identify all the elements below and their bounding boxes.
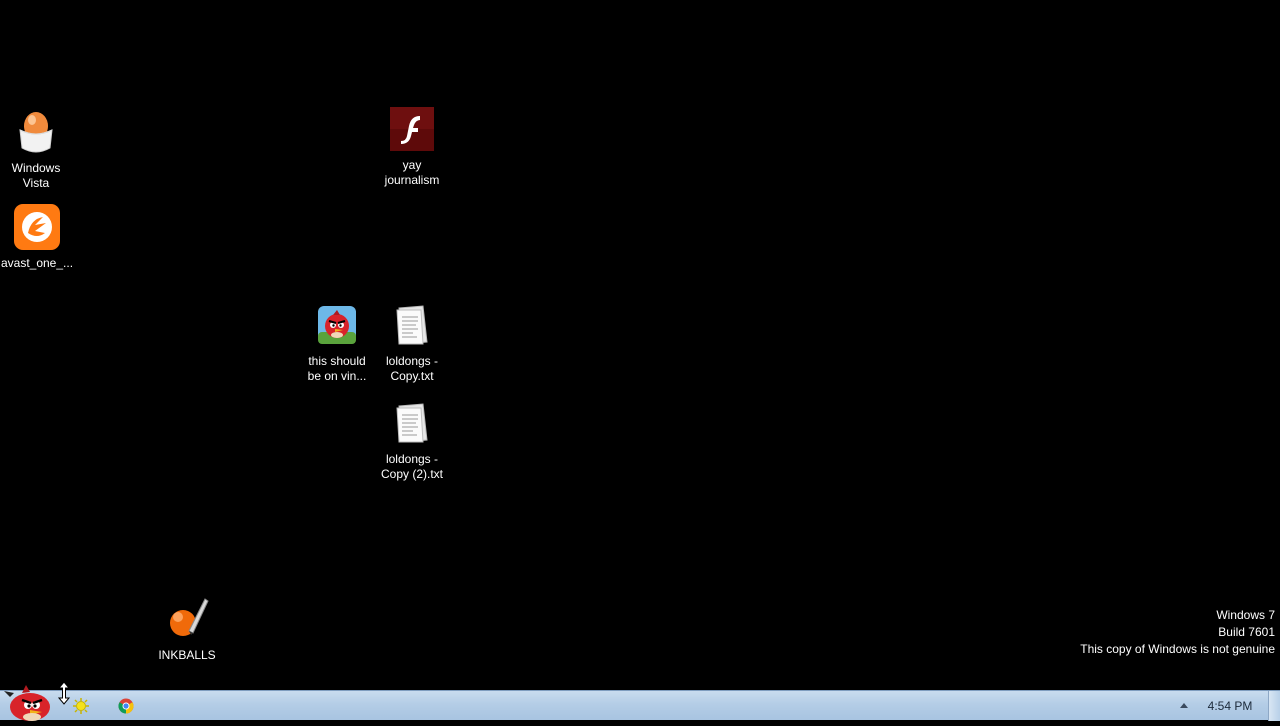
- egg-icon: [12, 108, 60, 156]
- watermark-genuine: This copy of Windows is not genuine: [1080, 642, 1275, 656]
- desktop-icon-label: avast_one_...: [0, 256, 74, 270]
- desktop-icon-windows-vista[interactable]: Windows Vista: [0, 108, 74, 191]
- chrome-icon: [118, 698, 134, 714]
- taskbar-pinned-chrome[interactable]: [115, 695, 137, 717]
- angry-bird-start-icon: [4, 685, 50, 721]
- show-hidden-icons-button[interactable]: [1176, 698, 1192, 714]
- show-desktop-button[interactable]: [1268, 691, 1280, 721]
- avast-icon: [13, 203, 61, 251]
- watermark-os: Windows 7: [1216, 608, 1275, 622]
- desktop-icon-label: this should be on vin...: [307, 354, 367, 383]
- desktop-icon-angry-birds[interactable]: this should be on vin...: [299, 301, 375, 384]
- show-hidden-icons-arrow: [1180, 703, 1188, 708]
- desktop-icon-loldongs-copy[interactable]: loldongs - Copy.txt: [374, 301, 450, 384]
- desktop-icon-label: loldongs - Copy.txt: [385, 354, 439, 383]
- text-file-icon: [388, 399, 436, 447]
- flash-icon: [388, 105, 436, 153]
- desktop-icon-yay-journalism[interactable]: yay journalism: [374, 105, 450, 188]
- taskbar-clock[interactable]: 4:54 PM: [1200, 691, 1260, 721]
- desktop-icon-label: INKBALLS: [158, 648, 216, 662]
- desktop-icon-loldongs-copy-2[interactable]: loldongs - Copy (2).txt: [374, 399, 450, 482]
- start-button[interactable]: [2, 683, 56, 721]
- taskbar-pinned-sun-app[interactable]: [70, 695, 92, 717]
- inkball-icon: [163, 595, 211, 643]
- angry-birds-icon: [313, 301, 361, 349]
- desktop-icon-label: loldongs - Copy (2).txt: [380, 452, 443, 481]
- windows-not-genuine-watermark: Windows 7 Build 7601 This copy of Window…: [1080, 607, 1275, 658]
- sun-app-icon: [73, 698, 89, 714]
- desktop[interactable]: Windows Vista avast_one_... yay journali…: [0, 0, 1280, 690]
- desktop-icon-avast[interactable]: avast_one_...: [0, 203, 75, 271]
- watermark-build: Build 7601: [1218, 625, 1275, 639]
- taskbar: 4:54 PM: [0, 685, 1280, 721]
- desktop-icon-label: Windows Vista: [11, 161, 61, 190]
- text-file-icon: [388, 301, 436, 349]
- desktop-icon-inkballs[interactable]: INKBALLS: [149, 595, 225, 663]
- desktop-icon-label: yay journalism: [384, 158, 440, 187]
- resize-cursor-icon: [58, 681, 70, 705]
